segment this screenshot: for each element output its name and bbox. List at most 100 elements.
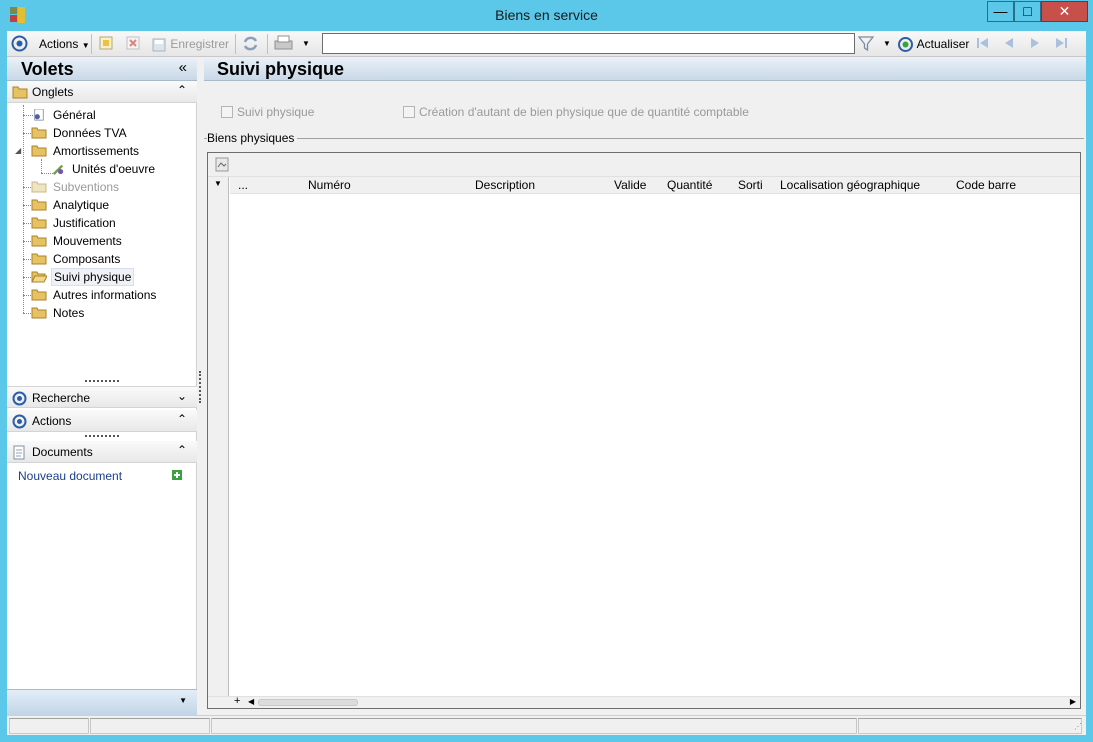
collapse-panel-icon[interactable]: « [179, 59, 187, 76]
vertical-splitter-grip[interactable] [199, 371, 201, 403]
panel-bottom-strip[interactable]: ▼ [7, 689, 197, 715]
tab-label: Notes [53, 306, 85, 320]
refresh-label: Actualiser [916, 37, 970, 51]
column-header-code-barre[interactable]: Code barre [956, 178, 1016, 192]
last-record-button[interactable] [1053, 35, 1069, 53]
refresh-button[interactable]: Actualiser [897, 35, 969, 53]
toolbar-separator [235, 34, 236, 54]
resize-grip-icon[interactable]: ⋰ [1074, 722, 1082, 731]
actions-menu-button[interactable]: Actions ▼ [39, 35, 90, 53]
column-header-more[interactable]: ... [238, 178, 248, 192]
tab-analytique[interactable]: Analytique [31, 196, 191, 214]
filter-dropdown-chevron-icon[interactable]: ▼ [883, 35, 891, 53]
new-button[interactable] [98, 35, 114, 53]
tab-label: Général [53, 108, 96, 122]
column-header-quantite[interactable]: Quantité [667, 178, 712, 192]
tab-composants[interactable]: Composants [31, 250, 191, 268]
page-title: Suivi physique [217, 59, 345, 79]
minimize-icon: — [993, 3, 1008, 19]
tab-notes[interactable]: Notes [31, 304, 191, 322]
title-bar[interactable]: Biens en service — □ ✕ [0, 0, 1093, 31]
folder-icon [31, 217, 47, 229]
actions-header[interactable]: Actions ⌃ [7, 410, 197, 432]
target-icon [12, 391, 27, 406]
chevron-up-icon[interactable]: ⌃ [177, 83, 187, 97]
add-row-icon[interactable]: + [234, 695, 240, 707]
documents-title: Documents [32, 445, 93, 459]
minimize-button[interactable]: — [987, 1, 1014, 22]
tab-general[interactable]: Général [31, 106, 191, 124]
volets-title: Volets [21, 59, 74, 79]
scrollbar-thumb[interactable] [258, 699, 358, 706]
tab-amortissements[interactable]: Amortissements [31, 142, 191, 160]
folder-icon [31, 127, 47, 139]
documents-header[interactable]: Documents ⌃ [7, 441, 197, 463]
tab-autres-informations[interactable]: Autres informations [31, 286, 191, 304]
suivi-physique-checkbox[interactable]: Suivi physique [221, 105, 314, 121]
horizontal-scrollbar[interactable]: + ◀ ▶ [208, 695, 1080, 708]
new-document-link[interactable]: Nouveau document [18, 469, 122, 483]
chevron-up-icon[interactable]: ⌃ [177, 412, 187, 426]
filter-button[interactable] [857, 35, 875, 53]
tab-justification[interactable]: Justification [31, 214, 191, 232]
onglets-header[interactable]: Onglets ⌃ [7, 81, 197, 103]
column-header-sorti[interactable]: Sorti [738, 178, 763, 192]
sync-icon [243, 36, 258, 51]
column-header-valide[interactable]: Valide [614, 178, 646, 192]
scroll-left-icon[interactable]: ◀ [248, 697, 254, 706]
tab-donnees-tva[interactable]: Données TVA [31, 124, 191, 142]
previous-record-button[interactable] [1001, 35, 1017, 53]
biens-physiques-grid: ▼ ... Numéro Description Valide Quantité… [207, 152, 1081, 709]
last-icon [1056, 38, 1067, 48]
close-icon: ✕ [1058, 3, 1071, 19]
tree-line [23, 105, 24, 313]
tab-label: Composants [53, 252, 121, 266]
expand-triangle-icon[interactable]: ◢ [15, 142, 21, 160]
print-button[interactable] [274, 35, 294, 53]
tab-subventions[interactable]: Subventions [31, 178, 191, 196]
column-header-localisation[interactable]: Localisation géographique [780, 178, 920, 192]
checkbox-box[interactable] [221, 106, 233, 118]
checkbox-box[interactable] [403, 106, 415, 118]
status-bar: ⋰ [7, 715, 1086, 735]
tab-mouvements[interactable]: Mouvements [31, 232, 191, 250]
save-button[interactable]: Enregistrer [151, 35, 229, 53]
target-icon [12, 414, 27, 429]
chevron-double-down-icon[interactable]: ⌄ [177, 389, 187, 403]
tab-label: Justification [53, 216, 116, 230]
close-button[interactable]: ✕ [1041, 1, 1088, 22]
status-pane [9, 718, 89, 734]
splitter-grip[interactable] [85, 380, 119, 383]
column-header-description[interactable]: Description [475, 178, 535, 192]
delete-button[interactable] [125, 35, 141, 53]
add-icon[interactable] [172, 470, 182, 480]
first-record-button[interactable] [975, 35, 991, 53]
next-record-button[interactable] [1027, 35, 1043, 53]
chevron-down-icon[interactable]: ▼ [179, 696, 187, 705]
column-header-numero[interactable]: Numéro [308, 178, 351, 192]
tab-label: Données TVA [53, 126, 127, 140]
tree-line [41, 159, 42, 173]
tab-suivi-physique[interactable]: Suivi physique [31, 268, 191, 286]
print-dropdown-chevron-icon[interactable]: ▼ [302, 35, 310, 53]
checkbox-label: Création d'autant de bien physique que d… [419, 105, 749, 119]
sync-button[interactable] [242, 35, 259, 53]
tab-label: Subventions [53, 180, 120, 194]
export-image-icon[interactable] [215, 157, 229, 172]
creation-biens-checkbox[interactable]: Création d'autant de bien physique que d… [403, 105, 749, 121]
target-icon[interactable] [11, 35, 28, 53]
maximize-button[interactable]: □ [1014, 1, 1041, 22]
tab-unites-oeuvre[interactable]: Unités d'oeuvre [50, 160, 190, 178]
actions-menu-label: Actions [39, 37, 79, 51]
first-icon [977, 38, 988, 48]
save-icon [152, 38, 166, 52]
splitter-grip[interactable] [85, 435, 119, 438]
chevron-up-icon[interactable]: ⌃ [177, 443, 187, 457]
scroll-right-icon[interactable]: ▶ [1070, 697, 1076, 706]
row-menu-chevron-icon[interactable]: ▼ [214, 179, 222, 188]
folder-icon [31, 307, 47, 319]
search-input[interactable] [322, 33, 855, 54]
units-icon [52, 164, 64, 175]
status-pane [211, 718, 857, 734]
recherche-header[interactable]: Recherche ⌄ [7, 386, 197, 408]
